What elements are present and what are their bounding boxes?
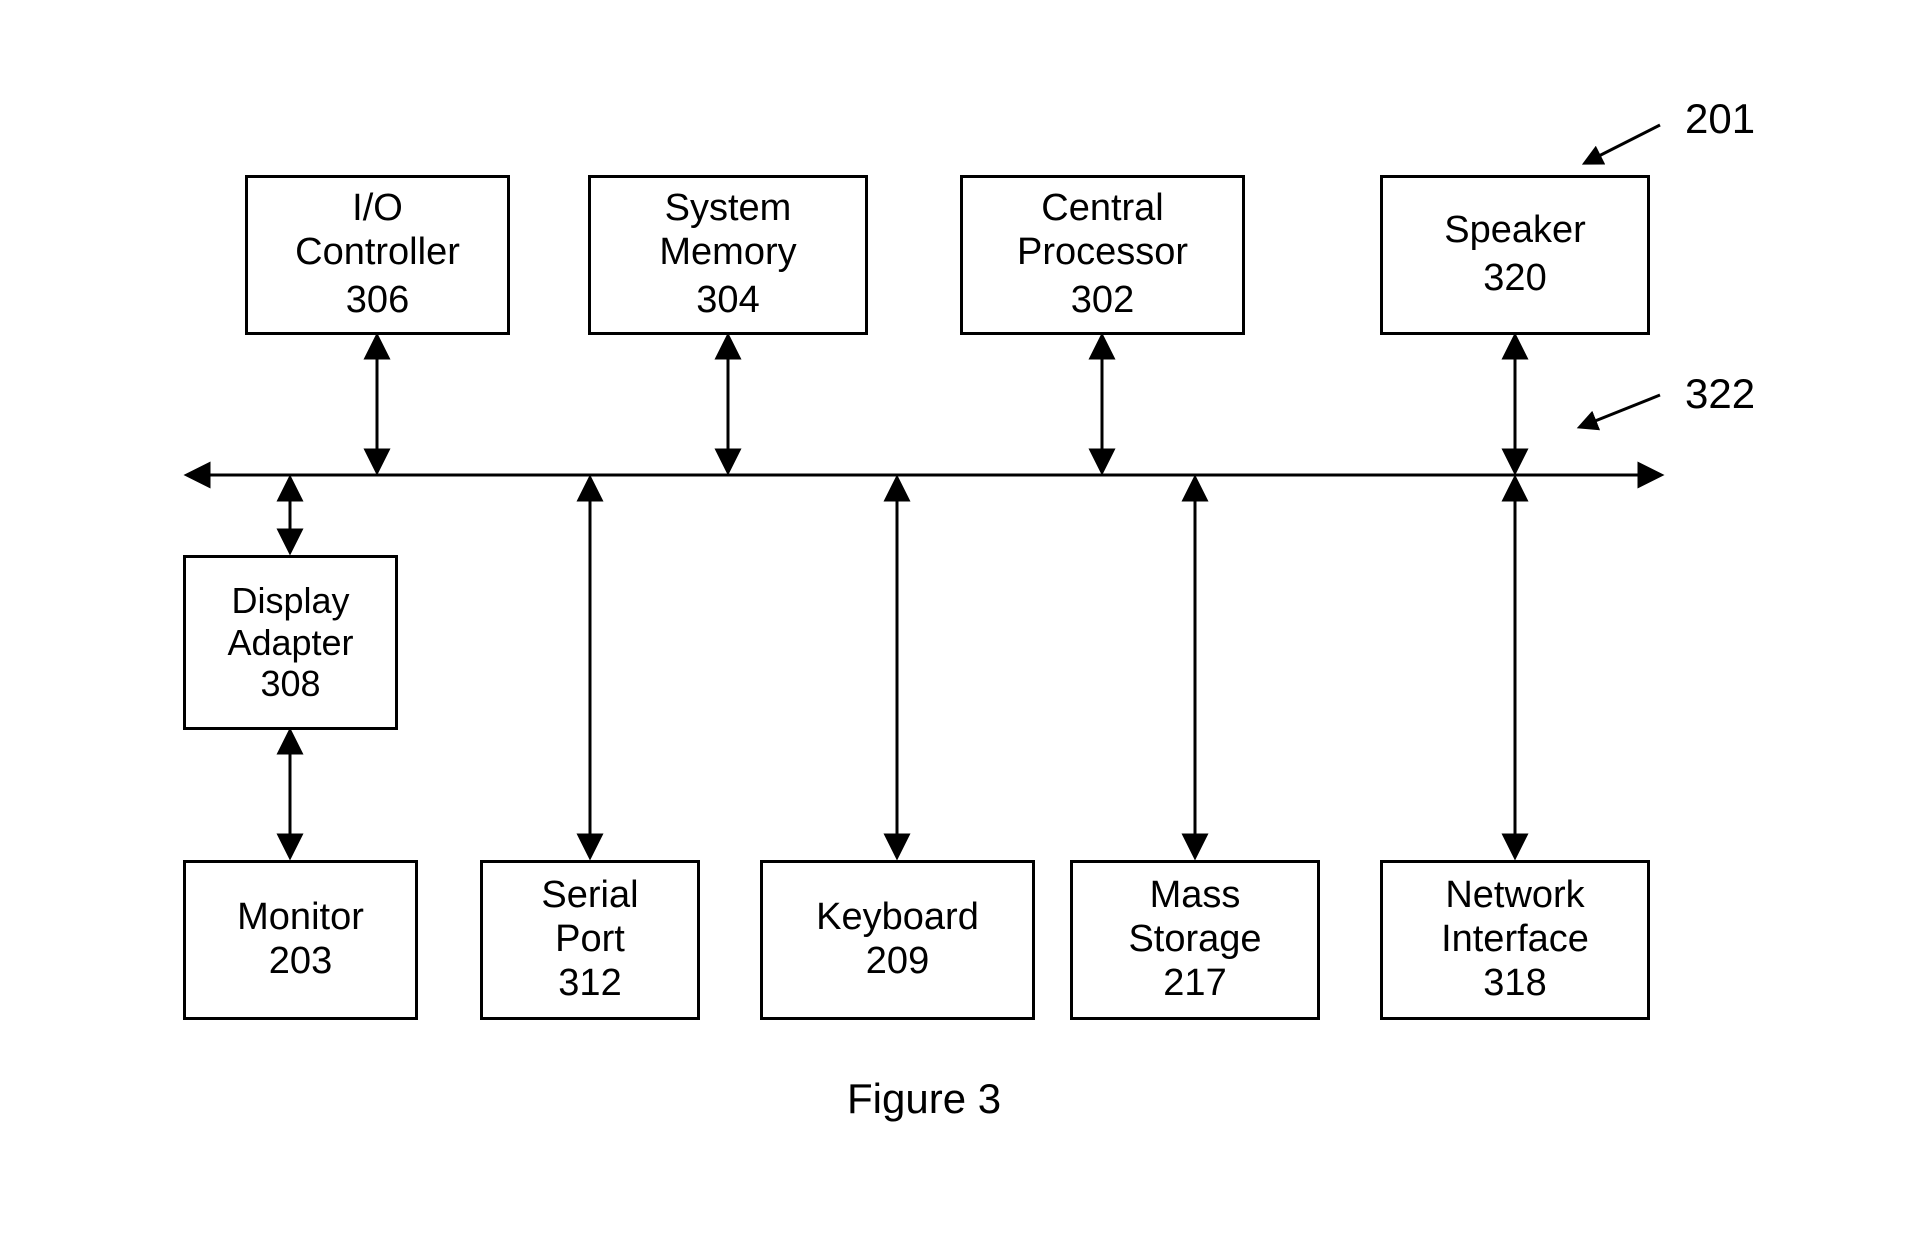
label-text: Storage [1128,918,1261,962]
callout-201: 201 [1685,95,1755,143]
ref-number: 318 [1483,962,1546,1006]
label-text: Interface [1441,918,1589,962]
block-monitor: Monitor 203 [183,860,418,1020]
block-network-interface: Network Interface 318 [1380,860,1650,1020]
ref-number: 217 [1163,962,1226,1006]
ref-number: 320 [1483,257,1546,301]
label-text: Keyboard [816,896,979,940]
block-mass-storage: Mass Storage 217 [1070,860,1320,1020]
ref-number: 302 [1071,279,1134,323]
ref-number: 312 [558,962,621,1006]
label-text: Mass [1150,874,1241,918]
ref-number: 203 [269,940,332,984]
ref-number: 209 [866,940,929,984]
label-text: Memory [659,231,796,275]
ref-number: 306 [346,279,409,323]
label-text: Display [231,580,349,621]
block-central-processor: Central Processor 302 [960,175,1245,335]
label-text: System [665,187,792,231]
ref-number: 308 [260,663,320,704]
label-text: Monitor [237,896,364,940]
label-text: Adapter [227,622,353,663]
block-speaker: Speaker 320 [1380,175,1650,335]
label-text: Central [1041,187,1164,231]
block-io-controller: I/O Controller 306 [245,175,510,335]
label-text: Controller [295,231,460,275]
label-text: I/O [352,187,403,231]
block-keyboard: Keyboard 209 [760,860,1035,1020]
figure-3-diagram: I/O Controller 306 System Memory 304 Cen… [0,0,1912,1245]
label-text: Speaker [1444,209,1586,253]
label-text: Port [555,918,625,962]
block-display-adapter: Display Adapter 308 [183,555,398,730]
ref-number: 304 [696,279,759,323]
label-text: Serial [541,874,638,918]
block-serial-port: Serial Port 312 [480,860,700,1020]
label-text: Processor [1017,231,1188,275]
block-system-memory: System Memory 304 [588,175,868,335]
label-text: Network [1445,874,1584,918]
figure-caption: Figure 3 [847,1075,1001,1123]
callout-322: 322 [1685,370,1755,418]
